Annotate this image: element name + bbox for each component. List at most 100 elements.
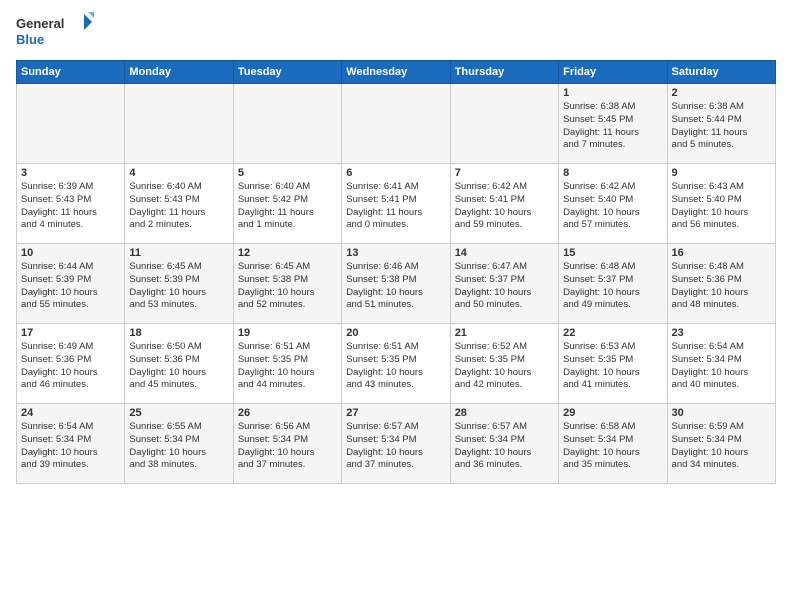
day-info-line: Sunrise: 6:54 AM — [21, 421, 120, 434]
day-info-line: Sunset: 5:38 PM — [346, 274, 445, 287]
day-number: 8 — [563, 167, 662, 179]
header: General Blue — [16, 12, 776, 52]
day-info-line: Sunset: 5:37 PM — [563, 274, 662, 287]
day-header-saturday: Saturday — [667, 61, 775, 84]
day-info-line: Sunset: 5:41 PM — [346, 194, 445, 207]
day-number: 10 — [21, 247, 120, 259]
svg-text:Blue: Blue — [16, 32, 44, 47]
day-info-line: Daylight: 11 hours — [672, 127, 771, 140]
day-info-line: and 45 minutes. — [129, 379, 228, 392]
day-info-line: Sunrise: 6:48 AM — [563, 261, 662, 274]
day-info-line: Daylight: 10 hours — [129, 447, 228, 460]
day-info-line: Daylight: 10 hours — [455, 367, 554, 380]
day-info-line: and 38 minutes. — [129, 459, 228, 472]
day-info-line: and 49 minutes. — [563, 299, 662, 312]
day-info-line: Sunrise: 6:46 AM — [346, 261, 445, 274]
day-info-line: Sunrise: 6:40 AM — [129, 181, 228, 194]
day-info-line: Daylight: 10 hours — [21, 287, 120, 300]
day-info-line: and 0 minutes. — [346, 219, 445, 232]
calendar-cell: 7Sunrise: 6:42 AMSunset: 5:41 PMDaylight… — [450, 164, 558, 244]
week-row-1: 1Sunrise: 6:38 AMSunset: 5:45 PMDaylight… — [17, 84, 776, 164]
day-number: 12 — [238, 247, 337, 259]
day-number: 24 — [21, 407, 120, 419]
day-info-line: Sunset: 5:34 PM — [672, 434, 771, 447]
day-number: 30 — [672, 407, 771, 419]
day-info-line: Sunrise: 6:48 AM — [672, 261, 771, 274]
day-info-line: Sunset: 5:35 PM — [346, 354, 445, 367]
day-info-line: Sunrise: 6:45 AM — [238, 261, 337, 274]
day-number: 16 — [672, 247, 771, 259]
calendar-cell: 19Sunrise: 6:51 AMSunset: 5:35 PMDayligh… — [233, 324, 341, 404]
day-info-line: Sunset: 5:36 PM — [21, 354, 120, 367]
day-info-line: Sunset: 5:39 PM — [129, 274, 228, 287]
day-number: 9 — [672, 167, 771, 179]
calendar-cell: 12Sunrise: 6:45 AMSunset: 5:38 PMDayligh… — [233, 244, 341, 324]
day-info-line: and 46 minutes. — [21, 379, 120, 392]
day-info-line: Sunrise: 6:42 AM — [563, 181, 662, 194]
day-number: 26 — [238, 407, 337, 419]
day-info-line: and 48 minutes. — [672, 299, 771, 312]
day-info-line: and 53 minutes. — [129, 299, 228, 312]
day-info-line: Sunset: 5:43 PM — [21, 194, 120, 207]
day-info-line: Sunrise: 6:40 AM — [238, 181, 337, 194]
day-info-line: Sunset: 5:40 PM — [672, 194, 771, 207]
day-number: 20 — [346, 327, 445, 339]
day-info-line: Daylight: 10 hours — [129, 367, 228, 380]
day-info-line: Sunrise: 6:52 AM — [455, 341, 554, 354]
calendar-cell: 11Sunrise: 6:45 AMSunset: 5:39 PMDayligh… — [125, 244, 233, 324]
day-info-line: Daylight: 11 hours — [563, 127, 662, 140]
day-info-line: Sunrise: 6:53 AM — [563, 341, 662, 354]
day-number: 11 — [129, 247, 228, 259]
calendar-cell: 15Sunrise: 6:48 AMSunset: 5:37 PMDayligh… — [559, 244, 667, 324]
calendar-cell: 25Sunrise: 6:55 AMSunset: 5:34 PMDayligh… — [125, 404, 233, 484]
day-number: 6 — [346, 167, 445, 179]
day-number: 3 — [21, 167, 120, 179]
calendar-cell: 28Sunrise: 6:57 AMSunset: 5:34 PMDayligh… — [450, 404, 558, 484]
calendar-cell: 6Sunrise: 6:41 AMSunset: 5:41 PMDaylight… — [342, 164, 450, 244]
day-info-line: Sunset: 5:45 PM — [563, 114, 662, 127]
day-info-line: Daylight: 10 hours — [672, 207, 771, 220]
calendar-cell: 1Sunrise: 6:38 AMSunset: 5:45 PMDaylight… — [559, 84, 667, 164]
day-number: 28 — [455, 407, 554, 419]
day-info-line: and 39 minutes. — [21, 459, 120, 472]
day-info-line: Sunset: 5:34 PM — [455, 434, 554, 447]
day-info-line: Sunset: 5:34 PM — [129, 434, 228, 447]
day-number: 21 — [455, 327, 554, 339]
calendar-cell: 10Sunrise: 6:44 AMSunset: 5:39 PMDayligh… — [17, 244, 125, 324]
calendar-cell: 4Sunrise: 6:40 AMSunset: 5:43 PMDaylight… — [125, 164, 233, 244]
day-info-line: Daylight: 10 hours — [346, 447, 445, 460]
day-info-line: Sunrise: 6:54 AM — [672, 341, 771, 354]
calendar-table: SundayMondayTuesdayWednesdayThursdayFrid… — [16, 60, 776, 484]
day-number: 29 — [563, 407, 662, 419]
day-info-line: and 37 minutes. — [238, 459, 337, 472]
day-number: 2 — [672, 87, 771, 99]
week-row-4: 17Sunrise: 6:49 AMSunset: 5:36 PMDayligh… — [17, 324, 776, 404]
day-info-line: Sunrise: 6:41 AM — [346, 181, 445, 194]
calendar-cell: 29Sunrise: 6:58 AMSunset: 5:34 PMDayligh… — [559, 404, 667, 484]
day-info-line: and 41 minutes. — [563, 379, 662, 392]
day-header-monday: Monday — [125, 61, 233, 84]
day-info-line: Daylight: 10 hours — [672, 447, 771, 460]
day-number: 27 — [346, 407, 445, 419]
week-row-3: 10Sunrise: 6:44 AMSunset: 5:39 PMDayligh… — [17, 244, 776, 324]
day-info-line: Daylight: 10 hours — [563, 207, 662, 220]
logo-svg: General Blue — [16, 12, 96, 52]
day-info-line: and 50 minutes. — [455, 299, 554, 312]
day-info-line: Daylight: 10 hours — [455, 287, 554, 300]
day-number: 13 — [346, 247, 445, 259]
day-number: 17 — [21, 327, 120, 339]
day-info-line: and 52 minutes. — [238, 299, 337, 312]
day-info-line: Daylight: 10 hours — [563, 287, 662, 300]
day-info-line: Sunrise: 6:39 AM — [21, 181, 120, 194]
day-number: 7 — [455, 167, 554, 179]
day-info-line: and 35 minutes. — [563, 459, 662, 472]
calendar-cell — [125, 84, 233, 164]
day-info-line: Daylight: 11 hours — [129, 207, 228, 220]
calendar-cell: 16Sunrise: 6:48 AMSunset: 5:36 PMDayligh… — [667, 244, 775, 324]
day-number: 1 — [563, 87, 662, 99]
day-header-wednesday: Wednesday — [342, 61, 450, 84]
calendar-cell: 2Sunrise: 6:38 AMSunset: 5:44 PMDaylight… — [667, 84, 775, 164]
day-info-line: Sunset: 5:38 PM — [238, 274, 337, 287]
day-info-line: Sunset: 5:35 PM — [238, 354, 337, 367]
day-info-line: and 4 minutes. — [21, 219, 120, 232]
